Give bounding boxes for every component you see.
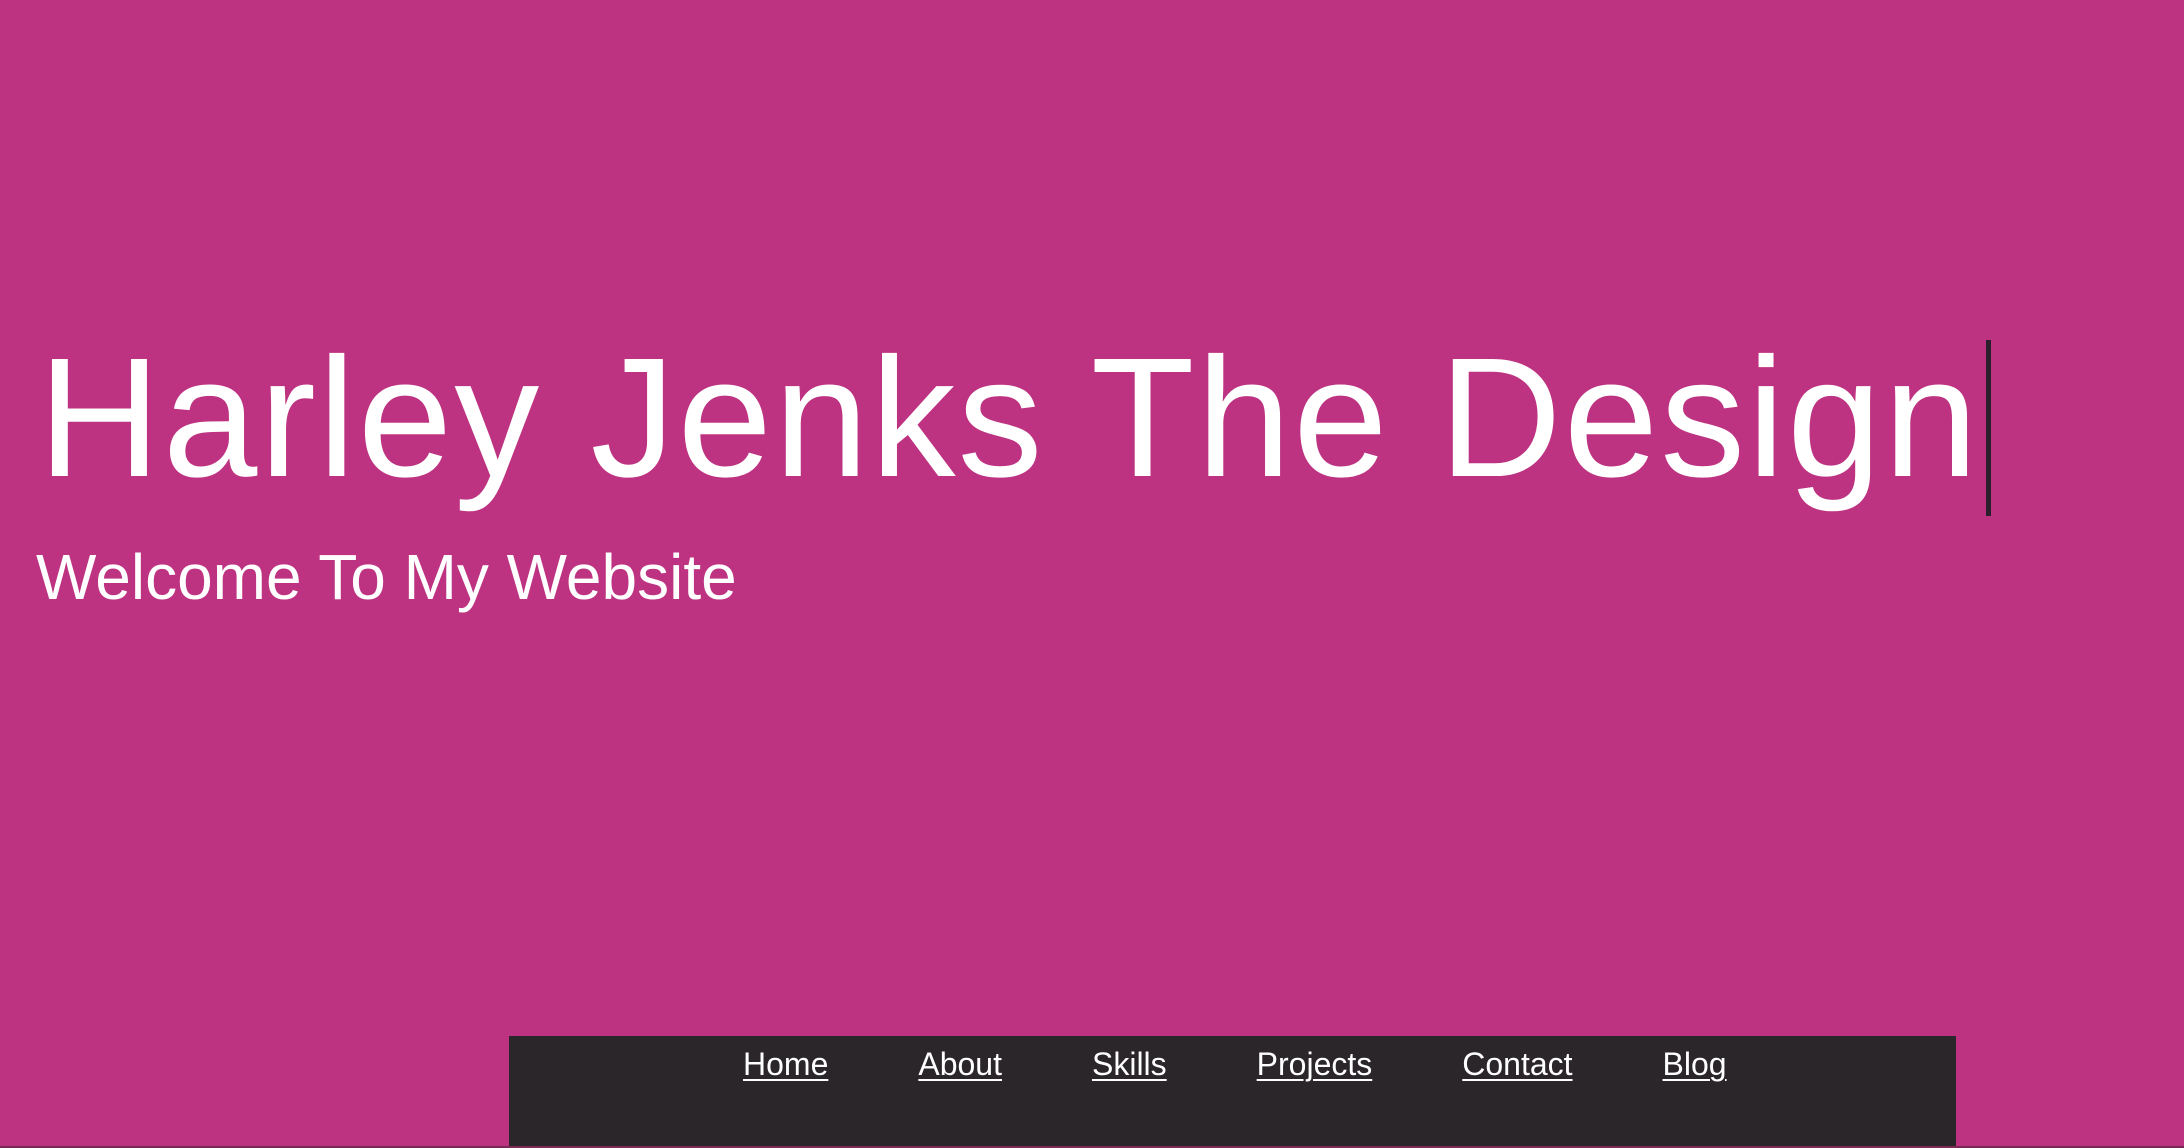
nav-item-skills: Skills: [1092, 1046, 1167, 1083]
nav-item-projects: Projects: [1257, 1046, 1373, 1083]
title-area: Harley Jenks The Design: [38, 323, 1992, 516]
nav-item-home: Home: [743, 1046, 828, 1083]
nav-item-about: About: [918, 1046, 1002, 1083]
nav-item-contact: Contact: [1462, 1046, 1572, 1083]
site-title: Harley Jenks The Design: [38, 323, 1981, 513]
main-nav: Home About Skills Projects Contact Blog: [509, 1036, 1956, 1148]
page: Harley Jenks The Design Welcome To My We…: [0, 0, 2184, 1148]
nav-link-about[interactable]: About: [918, 1046, 1002, 1082]
nav-link-home[interactable]: Home: [743, 1046, 828, 1082]
nav-link-contact[interactable]: Contact: [1462, 1046, 1572, 1082]
nav-item-blog: Blog: [1663, 1046, 1727, 1083]
nav-link-skills[interactable]: Skills: [1092, 1046, 1167, 1082]
site-subtitle: Welcome To My Website: [36, 541, 737, 613]
nav-link-blog[interactable]: Blog: [1663, 1046, 1727, 1082]
nav-link-projects[interactable]: Projects: [1257, 1046, 1373, 1082]
text-caret: [1986, 340, 1992, 516]
nav-list: Home About Skills Projects Contact Blog: [743, 1046, 1727, 1083]
